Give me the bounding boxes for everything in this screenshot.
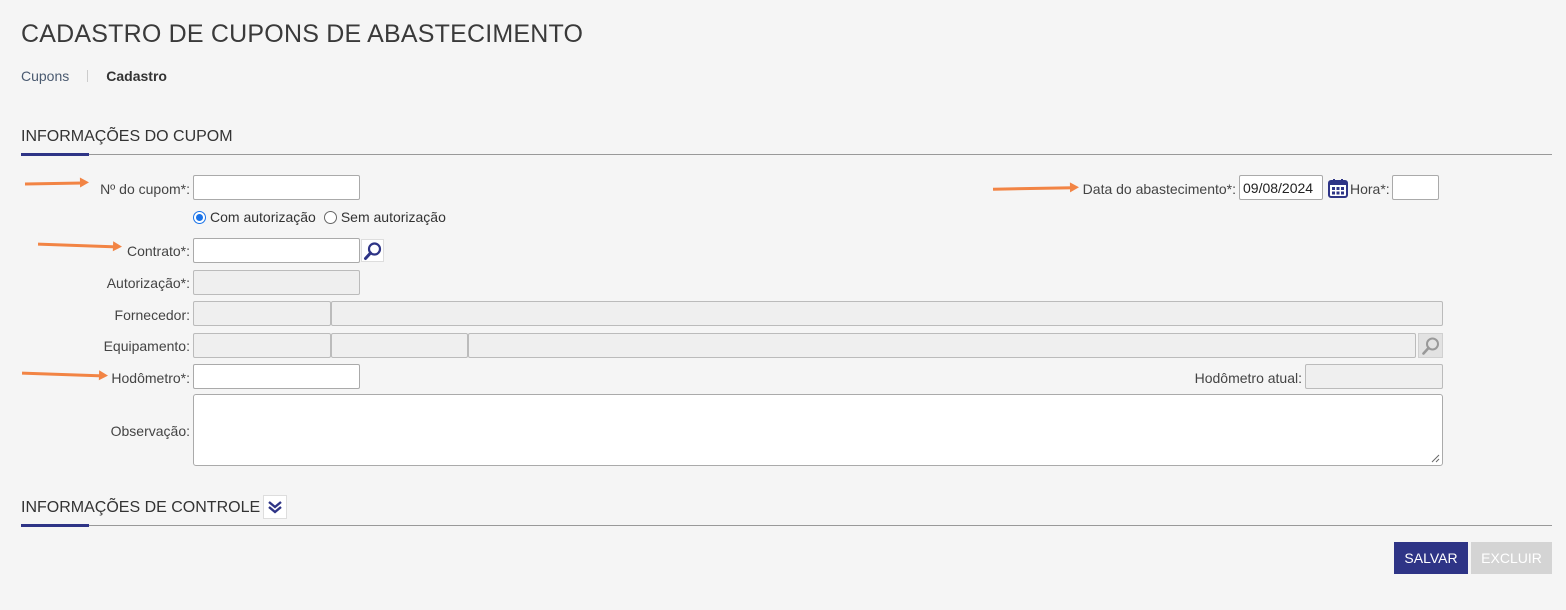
contrato-search-icon[interactable] — [361, 239, 384, 262]
data-abastecimento-label: Data do abastecimento*: — [1082, 181, 1236, 197]
section-divider — [21, 154, 1552, 155]
equipamento-codigo-input — [193, 333, 331, 358]
delete-button: EXCLUIR — [1471, 542, 1552, 574]
numero-cupom-input[interactable] — [193, 175, 360, 200]
breadcrumb: Cupons Cadastro — [21, 68, 167, 84]
hodometro-input[interactable] — [193, 364, 360, 389]
section-title-info-cupom: INFORMAÇÕES DO CUPOM — [21, 128, 233, 145]
section-title-info-controle: INFORMAÇÕES DE CONTROLE — [21, 499, 261, 516]
autorizacao-label: Autorização*: — [106, 275, 190, 291]
contrato-label: Contrato*: — [126, 243, 190, 259]
breadcrumb-separator — [87, 70, 89, 82]
annotation-arrow — [24, 181, 84, 186]
fornecedor-nome-input — [331, 301, 1443, 326]
annotation-arrow — [37, 242, 117, 249]
sem-autorizacao-radio[interactable] — [323, 210, 337, 224]
observacao-label: Observação: — [110, 423, 190, 439]
breadcrumb-cadastro: Cadastro — [106, 68, 167, 84]
hodometro-atual-label: Hodômetro atual: — [1194, 370, 1302, 386]
equipamento-label: Equipamento: — [103, 338, 190, 354]
equipamento-campo2-input — [331, 333, 468, 358]
breadcrumb-cupons[interactable]: Cupons — [21, 68, 69, 84]
hora-input[interactable] — [1392, 175, 1439, 200]
com-autorizacao-radio[interactable] — [193, 210, 206, 224]
hora-label: Hora*: — [1350, 181, 1390, 197]
hodometro-atual-input — [1305, 364, 1443, 389]
calendar-icon[interactable] — [1327, 177, 1349, 199]
autorizacao-input — [193, 270, 360, 295]
page-title: CADASTRO DE CUPONS DE ABASTECIMENTO — [21, 20, 584, 48]
equipamento-search-icon[interactable] — [1418, 333, 1443, 358]
numero-cupom-label: Nº do cupom*: — [100, 181, 190, 197]
observacao-textarea[interactable] — [193, 394, 1443, 466]
annotation-arrow — [992, 186, 1074, 191]
double-chevron-down-icon[interactable] — [263, 495, 287, 519]
fornecedor-codigo-input — [193, 301, 331, 326]
com-autorizacao-label[interactable]: Com autorização — [210, 209, 316, 225]
fornecedor-label: Fornecedor: — [114, 307, 190, 323]
resize-grip-icon[interactable] — [1430, 453, 1440, 463]
data-abastecimento-input[interactable] — [1239, 175, 1323, 200]
autorizacao-radio-group: Com autorização Sem autorização — [193, 209, 446, 225]
contrato-input[interactable] — [193, 238, 360, 263]
equipamento-descricao-input — [468, 333, 1416, 358]
annotation-arrow — [21, 371, 103, 378]
save-button[interactable]: SALVAR — [1394, 542, 1468, 574]
sem-autorizacao-label[interactable]: Sem autorização — [341, 209, 446, 225]
section-divider — [21, 525, 1552, 526]
section-accent — [21, 153, 89, 156]
section-accent — [21, 524, 89, 527]
hodometro-label: Hodômetro*: — [111, 370, 190, 386]
